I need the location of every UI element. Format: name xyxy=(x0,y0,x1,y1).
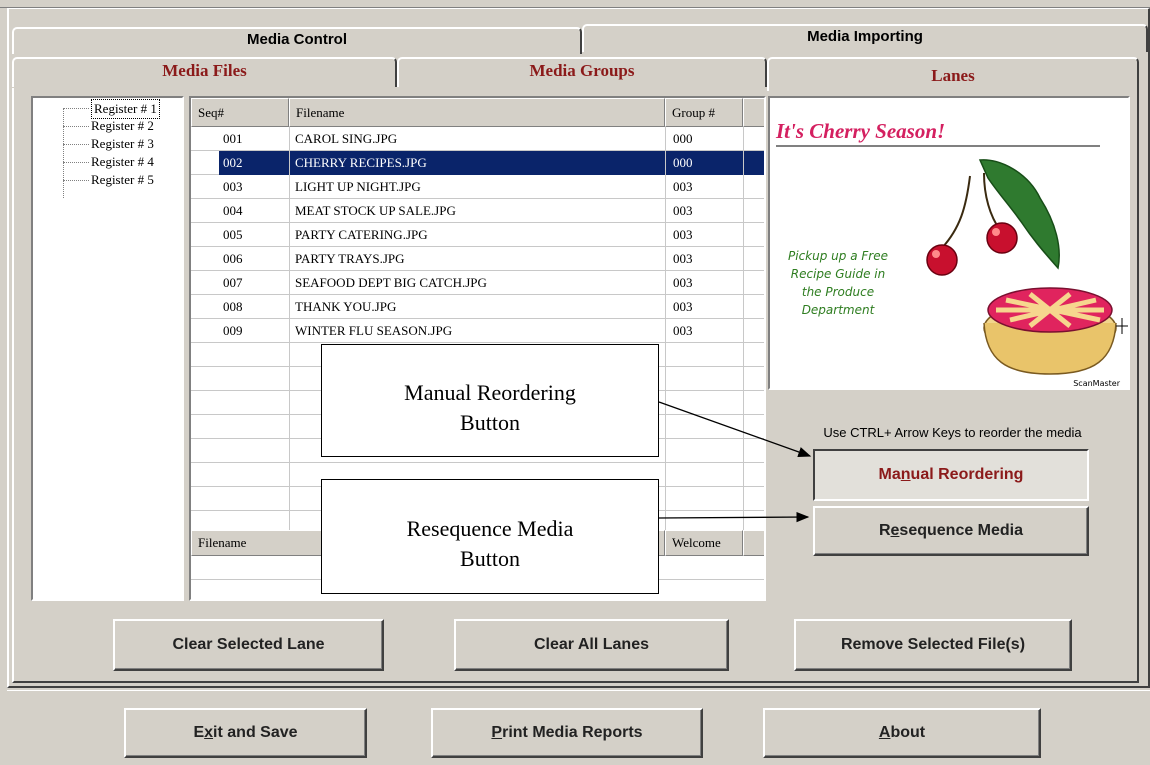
print-media-reports-button[interactable]: Print Media Reports xyxy=(431,708,703,758)
about-label: About xyxy=(878,724,926,741)
clear-selected-lane-button[interactable]: Clear Selected Lane xyxy=(113,619,384,671)
clear-all-lanes-button[interactable]: Clear All Lanes xyxy=(454,619,729,671)
about-button[interactable]: About xyxy=(763,708,1041,758)
resequence-callout-arrow xyxy=(658,511,810,523)
exit-and-save-button[interactable]: Exit and Save xyxy=(124,708,367,758)
exit-and-save-label: Exit and Save xyxy=(193,724,298,741)
manual-callout-arrow xyxy=(658,401,812,457)
remove-selected-files-button[interactable]: Remove Selected File(s) xyxy=(794,619,1072,671)
print-media-reports-label: Print Media Reports xyxy=(491,724,643,741)
